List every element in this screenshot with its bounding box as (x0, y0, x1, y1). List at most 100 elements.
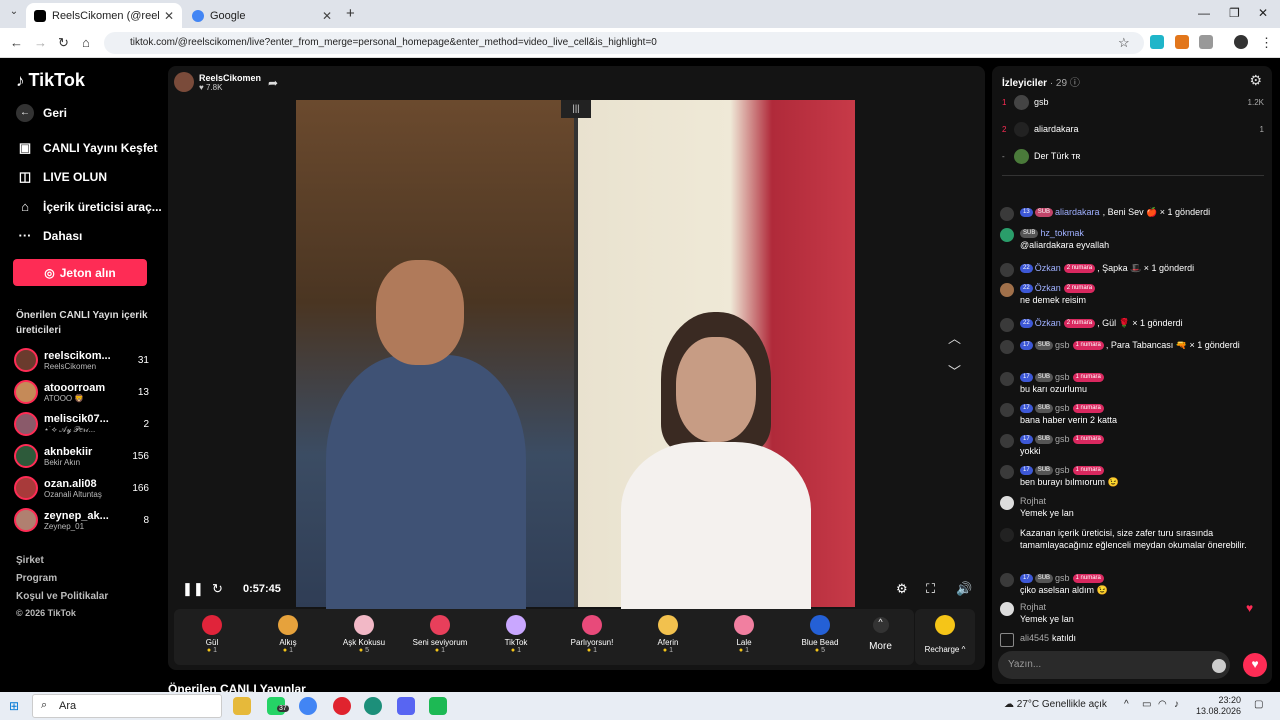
tiktok-logo[interactable]: ♪ TikTok (16, 70, 85, 91)
close-window-icon[interactable]: ✕ (1258, 6, 1268, 20)
top-viewer-row[interactable]: - Der Türk ᴛʀ (1002, 146, 1264, 166)
chat-message[interactable]: Rojhat Yemek ye lan (1000, 495, 1264, 519)
emoji-icon[interactable] (1212, 659, 1226, 673)
more-gifts-button[interactable]: ^ More (858, 609, 903, 665)
app-icon[interactable] (364, 697, 382, 715)
nav-live-explore[interactable]: ▣ CANLI Yayını Keşfet (16, 140, 158, 156)
like-heart-button[interactable]: ♥ (1243, 653, 1267, 677)
chat-message[interactable]: 22 Özkan 2 numara, Şapka 🎩 × 1 gönderdi (1000, 262, 1264, 277)
opera-icon[interactable] (333, 697, 351, 715)
wifi-icon[interactable]: ◠ (1158, 699, 1167, 710)
refresh-icon[interactable]: ↻ (212, 581, 223, 597)
pause-icon[interactable]: ❚❚ (182, 581, 204, 597)
settings-icon[interactable]: ⚙ (896, 581, 908, 597)
creator-item[interactable]: aknbekiir Bekir Akın 156 (14, 441, 149, 471)
nav-creator-tools[interactable]: ⌂ İçerik üreticisi araç... (16, 199, 162, 214)
extensions-puzzle-icon[interactable] (1199, 35, 1213, 49)
top-viewer-row[interactable]: 2 aliardakara 1 (1002, 119, 1264, 139)
creator-item[interactable]: reelscikom... ReelsCikomen 31 (14, 345, 149, 375)
whatsapp-icon[interactable]: 37 (267, 697, 289, 715)
creator-item[interactable]: ozan.ali08 Ozanali Altuntaş 166 (14, 473, 149, 503)
tab-search-icon[interactable]: ⌄ (6, 6, 22, 22)
reload-icon[interactable]: ↻ (58, 35, 69, 51)
notification-icon[interactable]: ▢ (1254, 699, 1263, 710)
close-tab-icon[interactable]: ✕ (164, 9, 174, 23)
tray-chevron-icon[interactable]: ^ (1124, 699, 1129, 710)
chat-message[interactable]: 17 SUB gsb 1 numara bu karı ozurlumu (1000, 371, 1264, 395)
viewer-count: 8 (143, 514, 149, 526)
speaker-icon[interactable]: ♪ (1174, 699, 1179, 710)
elapsed-time: 0:57:45 (243, 583, 281, 595)
profile-icon[interactable] (1234, 35, 1248, 49)
live-video[interactable]: ||| (296, 100, 855, 615)
nav-more[interactable]: ··· Dahası (16, 228, 83, 243)
chat-message[interactable]: 13 SUB aliardakara, Beni Sev 🍎 × 1 gönderd… (1000, 206, 1264, 221)
footer-terms-link[interactable]: Koşul ve Politikalar (16, 591, 108, 602)
chat-message[interactable]: SUB hz_tokmak @aliardakara eyvallah (1000, 227, 1264, 251)
minimize-icon[interactable]: — (1198, 6, 1210, 20)
share-icon[interactable]: ➦ (268, 76, 278, 90)
home-icon[interactable]: ⌂ (82, 35, 90, 50)
gift-item[interactable]: Blue Bead5 (782, 609, 858, 665)
chat-message[interactable]: 17 SUB gsb 1 numara, Para Tabancası 🔫 × 1 g… (1000, 339, 1264, 354)
get-coins-button[interactable]: ◎ Jeton alın (13, 259, 147, 286)
windows-start-icon[interactable]: ⊞ (9, 699, 23, 713)
chrome-icon[interactable] (299, 697, 317, 715)
gift-icon (1000, 207, 1014, 221)
file-explorer-icon[interactable] (233, 697, 251, 715)
url-input[interactable]: tiktok.com/@reelscikomen/live?enter_from… (104, 32, 1144, 54)
weather-widget[interactable]: ☁ 27°C Genellikle açık (1004, 699, 1107, 710)
creator-item[interactable]: atooorroam ATOOO 🦁 13 (14, 377, 149, 407)
back-icon[interactable]: ← (10, 35, 23, 50)
chat-message[interactable]: 22 Özkan 2 numara ne demek reisim (1000, 282, 1264, 306)
volume-icon[interactable]: 🔊 (956, 581, 972, 597)
bookmark-star-icon[interactable]: ☆ (1118, 35, 1130, 51)
app-icon[interactable] (429, 697, 447, 715)
taskbar-search[interactable]: ⌕ Ara (32, 694, 222, 718)
tab-tiktok[interactable]: ReelsCikomen (@reelscikomen) ✕ (26, 3, 182, 28)
creator-item[interactable]: meliscik07... ⋆˙⟡ 𝒜𝓎 𝒫𝑒𝓇𝒾... 2 (14, 409, 149, 439)
heart-icon: ♥ (1246, 601, 1254, 615)
gift-item[interactable]: Parlıyorsun!1 (554, 609, 630, 665)
chat-message[interactable]: 22 Özkan 2 numara, Gül 🌹 × 1 gönderdi (1000, 317, 1264, 332)
gift-item[interactable]: Aşk Kokusu5 (326, 609, 402, 665)
streamer-info[interactable]: ReelsCikomen ♥ 7.8K (174, 72, 261, 92)
chat-message[interactable]: 17 SUB gsb 1 numara çiko aselsan aldım 😉 (1000, 572, 1264, 596)
chat-message[interactable]: 17 SUB gsb 1 numara bana haber verin 2 katta (1000, 402, 1264, 426)
network-icon[interactable]: ▭ (1142, 699, 1151, 710)
gift-item[interactable]: Seni seviyorum1 (402, 609, 478, 665)
back-link[interactable]: ← Geri (16, 104, 67, 122)
footer-company-link[interactable]: Şirket (16, 555, 44, 566)
chevron-down-icon[interactable]: ﹀ (948, 361, 961, 380)
extension-icon[interactable] (1150, 35, 1164, 49)
viewers-header[interactable]: İzleyiciler · 29 ⓘ (1002, 74, 1080, 89)
new-tab-icon[interactable]: + (346, 5, 355, 22)
recharge-button[interactable]: Recharge ^ (915, 609, 975, 665)
avatar (1000, 465, 1014, 479)
gift-item[interactable]: TikTok1 (478, 609, 554, 665)
restore-icon[interactable]: ❐ (1229, 6, 1240, 20)
chat-message[interactable]: 17 SUB gsb 1 numara yokki (1000, 433, 1264, 457)
chat-input[interactable]: Yazın... (998, 651, 1230, 679)
nav-go-live[interactable]: ◫ LIVE OLUN (16, 169, 107, 185)
chevron-up-icon[interactable]: ︿ (948, 328, 961, 347)
menu-dots-icon[interactable]: ⋮ (1260, 35, 1273, 51)
tab-google[interactable]: Google ✕ (184, 3, 340, 28)
forward-icon[interactable]: → (34, 35, 47, 50)
gift-item[interactable]: Gül1 (174, 609, 250, 665)
gift-item[interactable]: Lale1 (706, 609, 782, 665)
discord-icon[interactable] (397, 697, 415, 715)
top-viewer-row[interactable]: 1 gsb 1.2K (1002, 92, 1264, 112)
creator-item[interactable]: zeynep_ak... Zeynep_01 8 (14, 505, 149, 535)
metamask-icon[interactable] (1175, 35, 1189, 49)
settings-icon[interactable]: ⚙ (1249, 72, 1262, 89)
fullscreen-icon[interactable]: ⛶ (926, 581, 935, 597)
footer-program-link[interactable]: Program (16, 573, 57, 584)
clock[interactable]: 23:20 13.08.2026 (1196, 695, 1241, 717)
chat-message[interactable]: Rojhat Yemek ye lan (1000, 601, 1264, 625)
close-tab-icon[interactable]: ✕ (322, 9, 332, 23)
gift-item[interactable]: Aferin1 (630, 609, 706, 665)
chat-message[interactable]: 17 SUB gsb 1 numara ben burayı bılmıorum 😉 (1000, 464, 1264, 488)
address-bar: ← → ↻ ⌂ tiktok.com/@reelscikomen/live?en… (0, 28, 1280, 58)
gift-item[interactable]: Alkış1 (250, 609, 326, 665)
